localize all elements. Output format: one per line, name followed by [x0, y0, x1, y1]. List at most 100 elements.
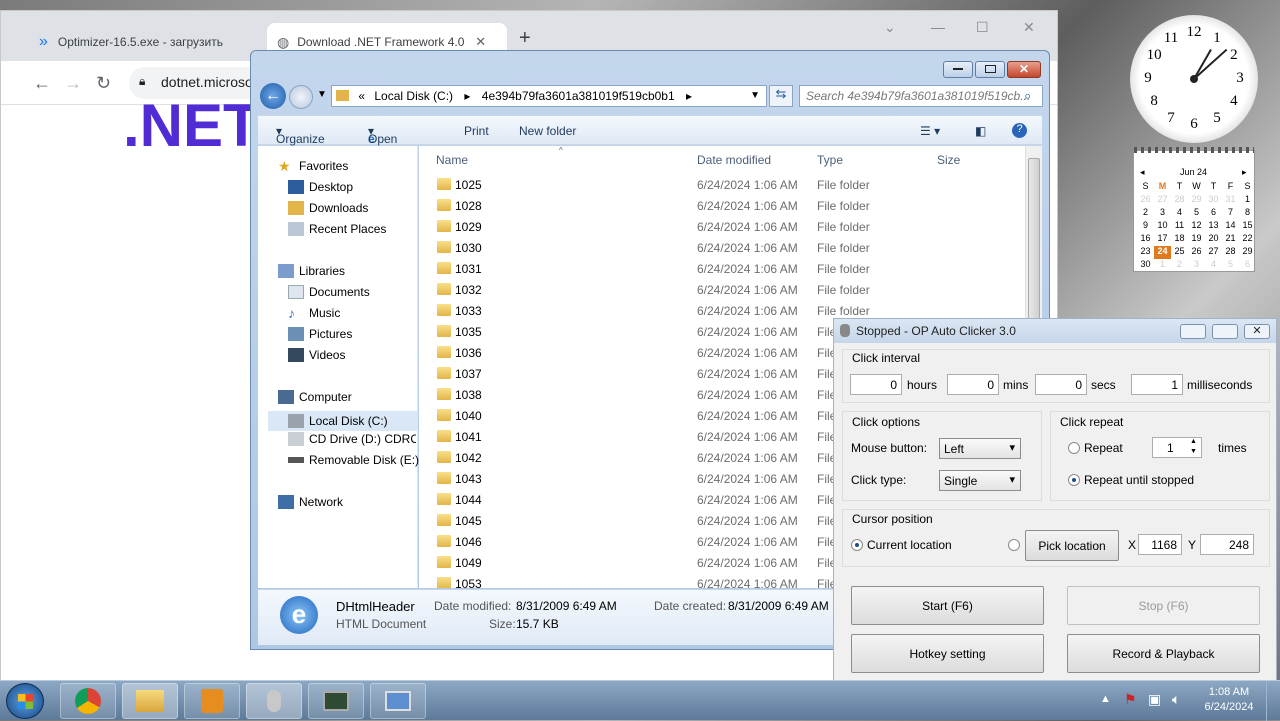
hours-input[interactable]: 0	[850, 374, 902, 395]
repeat-until-stopped-radio[interactable]	[1068, 474, 1080, 486]
calendar-day[interactable]: 1	[1239, 194, 1256, 207]
calendar-day[interactable]: 29	[1239, 246, 1256, 259]
taskbar-remote-desktop[interactable]	[370, 683, 426, 719]
taskbar-explorer[interactable]	[122, 683, 178, 719]
file-row[interactable]: 1032 6/24/2024 1:06 AM File folder	[437, 279, 1025, 300]
prev-month-icon[interactable]: ◂	[1140, 167, 1145, 178]
current-location-radio[interactable]	[851, 539, 863, 551]
nav-computer[interactable]: Computer	[278, 390, 352, 404]
pick-location-button[interactable]: Pick location	[1025, 530, 1119, 561]
file-row[interactable]: 1030 6/24/2024 1:06 AM File folder	[437, 237, 1025, 258]
calendar-day[interactable]: 7	[1222, 207, 1239, 220]
forward-arrow-icon[interactable]: →	[64, 73, 82, 94]
show-hidden-icons[interactable]: ▲	[1100, 693, 1111, 705]
breadcrumb-drive[interactable]: Local Disk (C:)	[374, 89, 453, 103]
close-window-icon[interactable]: ✕	[1023, 19, 1035, 36]
calendar-day[interactable]: 19	[1188, 233, 1205, 246]
close-button[interactable]: ✕	[1007, 61, 1041, 78]
nav-local-disk[interactable]: Local Disk (C:)	[268, 411, 418, 431]
calendar-day[interactable]: 29	[1188, 194, 1205, 207]
close-icon[interactable]: ✕	[1244, 324, 1270, 339]
stop-button[interactable]: Stop (F6)	[1067, 586, 1260, 625]
calendar-day[interactable]: 23	[1137, 246, 1154, 259]
spinner-icon[interactable]: ▲ ▼	[1190, 437, 1197, 457]
address-bar[interactable]: « Local Disk (C:) ▸ 4e394b79fa3601a38101…	[331, 85, 767, 107]
minimize-icon[interactable]	[1180, 324, 1206, 339]
maximize-icon[interactable]	[1212, 324, 1238, 339]
nav-music[interactable]: ♪ Music	[288, 306, 340, 320]
calendar-day[interactable]: 5	[1222, 259, 1239, 272]
calendar-day[interactable]: 17	[1154, 233, 1171, 246]
preview-pane-icon[interactable]: ◧	[975, 124, 986, 138]
calendar-day[interactable]: 5	[1188, 207, 1205, 220]
breadcrumb-overflow-icon[interactable]: «	[358, 89, 365, 103]
pick-location-radio[interactable]	[1008, 539, 1020, 551]
calendar-day[interactable]: 22	[1239, 233, 1256, 246]
y-input[interactable]: 248	[1200, 534, 1254, 555]
mouse-button-select[interactable]: Left	[939, 438, 1021, 459]
calendar-day[interactable]: 11	[1171, 220, 1188, 233]
close-tab-icon[interactable]: ✕	[475, 34, 486, 50]
start-button[interactable]: Start (F6)	[851, 586, 1044, 625]
reload-icon[interactable]: ↻	[96, 73, 111, 94]
calendar-day[interactable]: 16	[1137, 233, 1154, 246]
calendar-day[interactable]: 12	[1188, 220, 1205, 233]
nav-removable-disk[interactable]: Removable Disk (E:)	[288, 453, 419, 467]
nav-downloads[interactable]: Downloads	[288, 201, 368, 215]
calendar-day[interactable]: 24	[1154, 246, 1171, 259]
secs-input[interactable]: 0	[1035, 374, 1087, 395]
calendar-day[interactable]: 28	[1222, 246, 1239, 259]
calendar-day[interactable]: 27	[1205, 246, 1222, 259]
calendar-day[interactable]: 1	[1154, 259, 1171, 272]
next-month-icon[interactable]: ▸	[1242, 167, 1247, 178]
search-input[interactable]: Search 4e394b79fa3601a381019f519cb...	[799, 85, 1043, 107]
calendar-day[interactable]: 26	[1188, 246, 1205, 259]
milliseconds-input[interactable]: 1	[1131, 374, 1183, 395]
calendar-day[interactable]: 28	[1171, 194, 1188, 207]
taskbar-auto-clicker[interactable]	[246, 683, 302, 719]
nav-pictures[interactable]: Pictures	[288, 327, 352, 341]
volume-icon[interactable]: 🔈︎	[1172, 691, 1180, 708]
calendar-day[interactable]: 3	[1188, 259, 1205, 272]
taskbar-media-player[interactable]	[184, 683, 240, 719]
file-row[interactable]: 1029 6/24/2024 1:06 AM File folder	[437, 216, 1025, 237]
hotkey-setting-button[interactable]: Hotkey setting	[851, 634, 1044, 673]
open-menu[interactable]: e Open ▾	[368, 124, 397, 146]
calendar-day[interactable]: 6	[1205, 207, 1222, 220]
calendar-day[interactable]: 13	[1205, 220, 1222, 233]
tab-optimizer[interactable]: » Optimizer-16.5.exe - загрузить …	[29, 23, 238, 61]
maximize-icon[interactable]: ☐	[976, 19, 989, 36]
calendar-day[interactable]: 15	[1239, 220, 1256, 233]
history-dropdown-icon[interactable]: ▼	[317, 89, 327, 100]
nav-videos[interactable]: Videos	[288, 348, 345, 362]
minimize-icon[interactable]: —	[931, 19, 945, 35]
record-playback-button[interactable]: Record & Playback	[1067, 634, 1260, 673]
calendar-day[interactable]: 6	[1239, 259, 1256, 272]
print-button[interactable]: Print	[464, 124, 489, 138]
column-date-modified[interactable]: Date modified	[697, 153, 771, 167]
calendar-day[interactable]: 3	[1154, 207, 1171, 220]
calendar-day[interactable]: 26	[1137, 194, 1154, 207]
nav-network[interactable]: Network	[278, 495, 343, 509]
taskbar-chrome[interactable]	[60, 683, 116, 719]
organize-menu[interactable]: Organize ▾	[276, 124, 325, 146]
action-center-icon[interactable]: ⚑	[1124, 691, 1137, 708]
search-icon[interactable]: ⌕	[1024, 88, 1031, 104]
calendar-day[interactable]: 20	[1205, 233, 1222, 246]
calendar-day[interactable]: 25	[1171, 246, 1188, 259]
nav-documents[interactable]: Documents	[288, 285, 370, 299]
breadcrumb-sep-icon[interactable]: ▸	[464, 89, 470, 103]
column-size[interactable]: Size	[937, 153, 960, 167]
chevron-down-icon[interactable]: ⌄	[884, 19, 896, 36]
calendar-day[interactable]: 10	[1154, 220, 1171, 233]
nav-favorites[interactable]: ★ Favorites	[278, 159, 348, 173]
forward-button[interactable]	[289, 85, 313, 109]
back-arrow-icon[interactable]: ←	[33, 73, 51, 94]
calendar-day[interactable]: 4	[1171, 207, 1188, 220]
calendar-day[interactable]: 21	[1222, 233, 1239, 246]
start-button[interactable]	[6, 683, 44, 719]
calendar-day[interactable]: 18	[1171, 233, 1188, 246]
calendar-day[interactable]: 9	[1137, 220, 1154, 233]
calendar-day[interactable]: 27	[1154, 194, 1171, 207]
minimize-button[interactable]	[943, 61, 973, 78]
